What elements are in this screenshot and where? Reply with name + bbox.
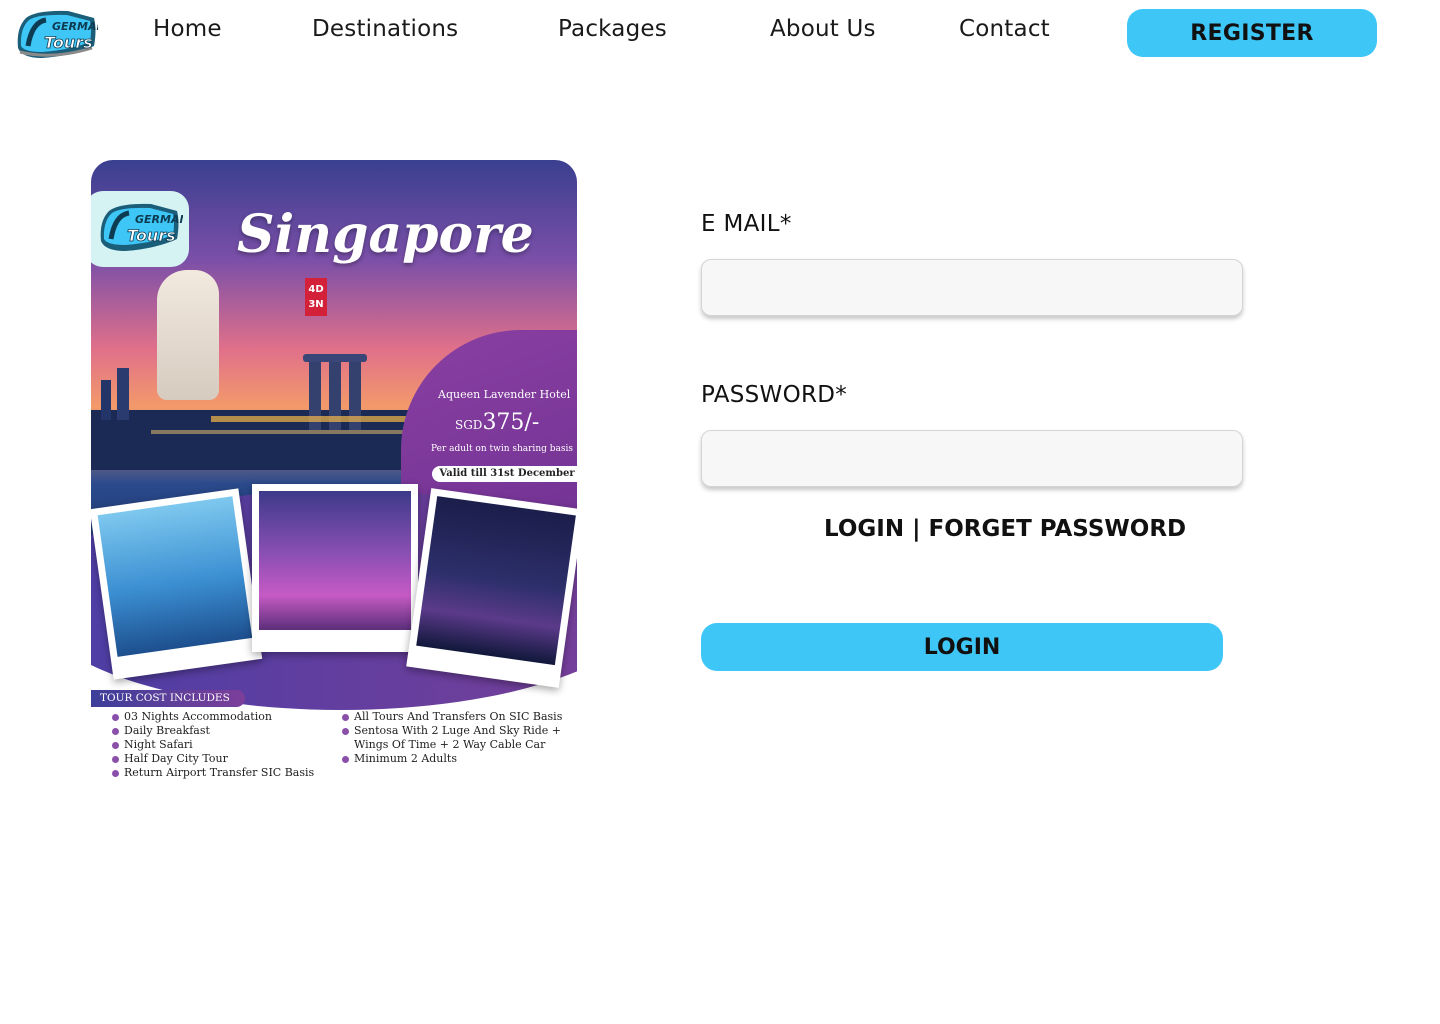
photo-cable-car — [91, 488, 263, 680]
list-item: Sentosa With 2 Luge And Sky Ride + Wings… — [342, 724, 568, 752]
promo-duration-badge: 4D 3N — [305, 278, 327, 316]
promo-validity: Valid till 31st December — [432, 466, 577, 482]
list-item: Night Safari — [112, 738, 314, 752]
forgot-password-link[interactable]: FORGET PASSWORD — [929, 516, 1187, 542]
logo-bus-icon: GERMAN Tours — [17, 10, 106, 58]
nav-home[interactable]: Home — [153, 16, 222, 42]
email-label: E MAIL* — [701, 211, 792, 237]
nav-destinations[interactable]: Destinations — [312, 16, 458, 42]
nav-packages[interactable]: Packages — [558, 16, 667, 42]
password-label: PASSWORD* — [701, 382, 848, 408]
list-item: Minimum 2 Adults — [342, 752, 568, 766]
badge-text-top: GERMAN — [135, 213, 183, 226]
list-item: Daily Breakfast — [112, 724, 314, 738]
promo-currency: SGD — [455, 418, 483, 432]
list-item: 03 Nights Accommodation — [112, 710, 314, 724]
badge-text-bottom: Tours — [127, 226, 176, 245]
promo-price-note: Per adult on twin sharing basis — [431, 444, 573, 454]
promo-nights: 3N — [308, 299, 324, 310]
logo-text-bottom: Tours — [44, 33, 93, 52]
promo-includes-right: All Tours And Transfers On SIC Basis Sen… — [342, 710, 568, 766]
promo-hotel-name: Aqueen Lavender Hotel — [438, 388, 571, 401]
list-item: All Tours And Transfers On SIC Basis — [342, 710, 568, 724]
promo-price-amount: 375/- — [482, 410, 540, 435]
list-item: Return Airport Transfer SIC Basis — [112, 766, 314, 780]
promo-includes-title: TOUR COST INCLUDES — [91, 690, 245, 707]
singapore-promo-banner: GERMAN Tours Singapore 4D 3N Aqueen Lave… — [91, 160, 577, 786]
promo-price: SGD375/- — [455, 410, 539, 435]
logo-text-top: GERMAN — [52, 20, 98, 33]
badge-bus-icon: GERMAN Tours — [100, 203, 183, 251]
nav-contact[interactable]: Contact — [959, 16, 1050, 42]
photo-gardens-by-the-bay — [252, 484, 418, 652]
auth-links: LOGIN | FORGET PASSWORD — [824, 516, 1186, 542]
login-button[interactable]: LOGIN — [701, 623, 1223, 671]
promo-title: Singapore — [237, 204, 534, 265]
register-button[interactable]: REGISTER — [1127, 9, 1377, 57]
promo-includes-left: 03 Nights Accommodation Daily Breakfast … — [112, 710, 314, 780]
merlion-statue-image — [157, 270, 219, 400]
brand-logo[interactable]: GERMAN Tours — [12, 8, 106, 62]
login-link[interactable]: LOGIN — [824, 516, 904, 542]
link-separator: | — [904, 516, 929, 542]
password-field[interactable] — [701, 430, 1243, 487]
photo-singapore-flyer — [406, 488, 577, 688]
list-item: Half Day City Tour — [112, 752, 314, 766]
email-field[interactable] — [701, 259, 1243, 316]
promo-logo-badge: GERMAN Tours — [91, 191, 189, 267]
promo-days: 4D — [308, 284, 324, 295]
nav-about-us[interactable]: About Us — [770, 16, 876, 42]
